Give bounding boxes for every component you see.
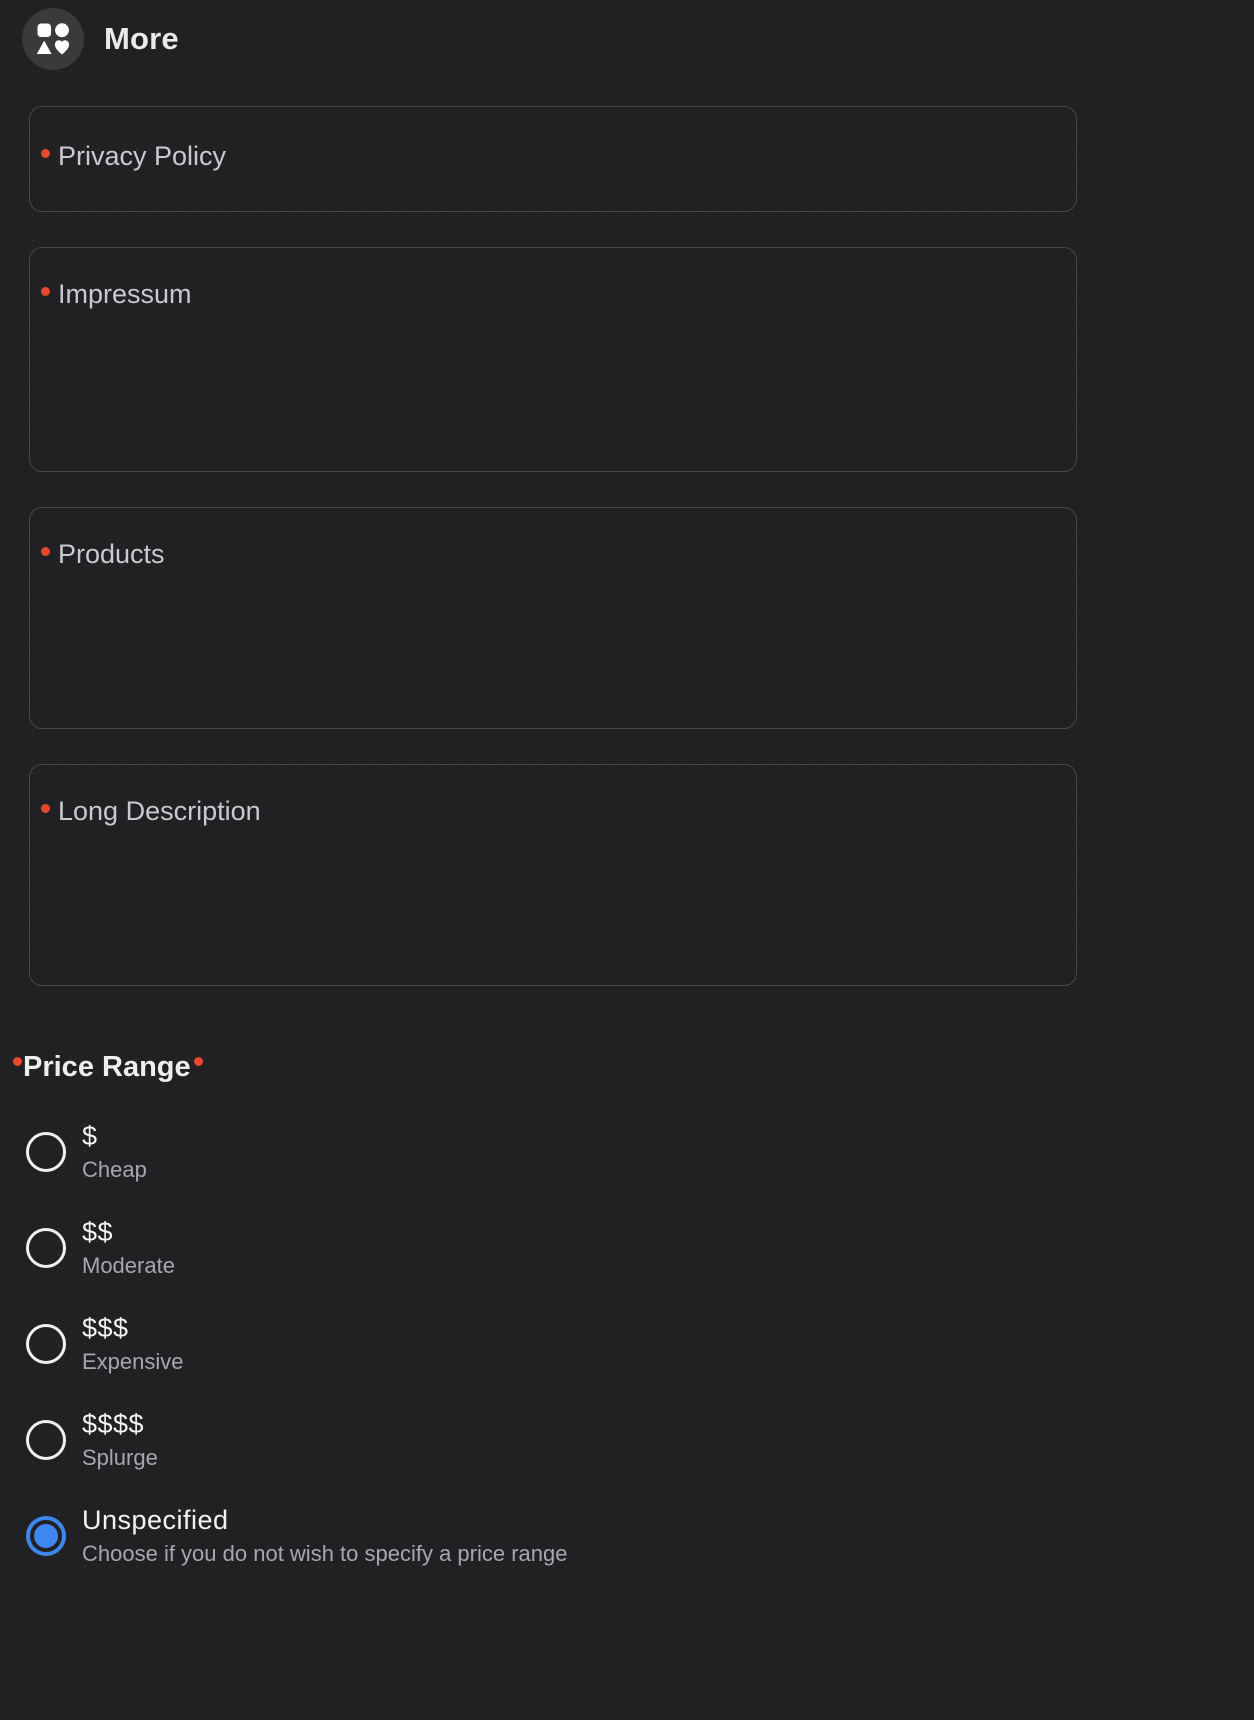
radio-subtitle: Choose if you do not wish to specify a p… <box>82 1540 568 1566</box>
radio-option-moderate[interactable]: $$ Moderate <box>0 1200 1254 1296</box>
radio-circle-icon[interactable] <box>26 1324 66 1365</box>
field-label-row: Long Description <box>30 765 1076 827</box>
required-indicator-icon-leading <box>13 1057 22 1066</box>
required-indicator-icon-trailing <box>193 1057 203 1066</box>
radio-text: Unspecified Choose if you do not wish to… <box>82 1504 568 1568</box>
radio-subtitle: Expensive <box>82 1348 184 1374</box>
radio-option-cheap[interactable]: $ Cheap <box>0 1104 1254 1200</box>
radio-title: $$$$ <box>82 1409 145 1440</box>
field-label-row: Impressum <box>30 248 1076 310</box>
radio-option-expensive[interactable]: $$$ Expensive <box>0 1296 1254 1392</box>
required-indicator-icon <box>41 547 50 556</box>
radio-subtitle: Cheap <box>82 1156 147 1182</box>
radio-title: $ <box>82 1121 98 1152</box>
page-title: More <box>104 21 179 56</box>
field-card-products[interactable]: Products <box>29 507 1077 729</box>
radio-circle-selected-icon[interactable] <box>26 1516 66 1557</box>
field-card-list: Privacy Policy Impressum Products Long D… <box>0 78 1254 986</box>
required-indicator-icon <box>41 287 50 296</box>
radio-title: $$$ <box>82 1313 129 1344</box>
field-label: Impressum <box>58 279 192 309</box>
field-label: Products <box>58 539 165 569</box>
field-card-privacy-policy[interactable]: Privacy Policy <box>29 106 1077 212</box>
more-screen: More Privacy Policy Impressum Products L… <box>0 0 1254 1720</box>
radio-title: $$ <box>82 1217 114 1248</box>
radio-title: Unspecified <box>82 1505 229 1536</box>
radio-circle-icon[interactable] <box>26 1132 66 1173</box>
required-indicator-icon <box>41 149 50 158</box>
radio-option-splurge[interactable]: $$$$ Splurge <box>0 1392 1254 1488</box>
radio-subtitle: Moderate <box>82 1252 175 1278</box>
field-label: Long Description <box>58 796 261 826</box>
price-range-section: Price Range $ Cheap $$ Moderate $$$ Expe… <box>0 1021 1254 1584</box>
price-range-radio-group[interactable]: $ Cheap $$ Moderate $$$ Expensive $$$$ S… <box>0 1104 1254 1584</box>
radio-option-unspecified[interactable]: Unspecified Choose if you do not wish to… <box>0 1488 1254 1584</box>
field-card-impressum[interactable]: Impressum <box>29 247 1077 472</box>
radio-text: $$$$ Splurge <box>82 1408 158 1472</box>
radio-circle-icon[interactable] <box>26 1228 66 1269</box>
field-label-row: Privacy Policy <box>30 107 1076 172</box>
radio-text: $ Cheap <box>82 1120 147 1184</box>
radio-text: $$$ Expensive <box>82 1312 184 1376</box>
radio-subtitle: Splurge <box>82 1444 158 1470</box>
radio-circle-icon[interactable] <box>26 1420 66 1461</box>
screen-header: More <box>0 0 1254 78</box>
price-range-heading: Price Range <box>0 1051 1254 1084</box>
radio-text: $$ Moderate <box>82 1216 175 1280</box>
required-indicator-icon <box>41 804 50 813</box>
price-range-heading-label: Price Range <box>23 1051 191 1083</box>
shapes-grid-icon <box>22 8 84 70</box>
field-label-row: Products <box>30 508 1076 570</box>
field-card-long-description[interactable]: Long Description <box>29 764 1077 986</box>
field-label: Privacy Policy <box>58 141 227 171</box>
